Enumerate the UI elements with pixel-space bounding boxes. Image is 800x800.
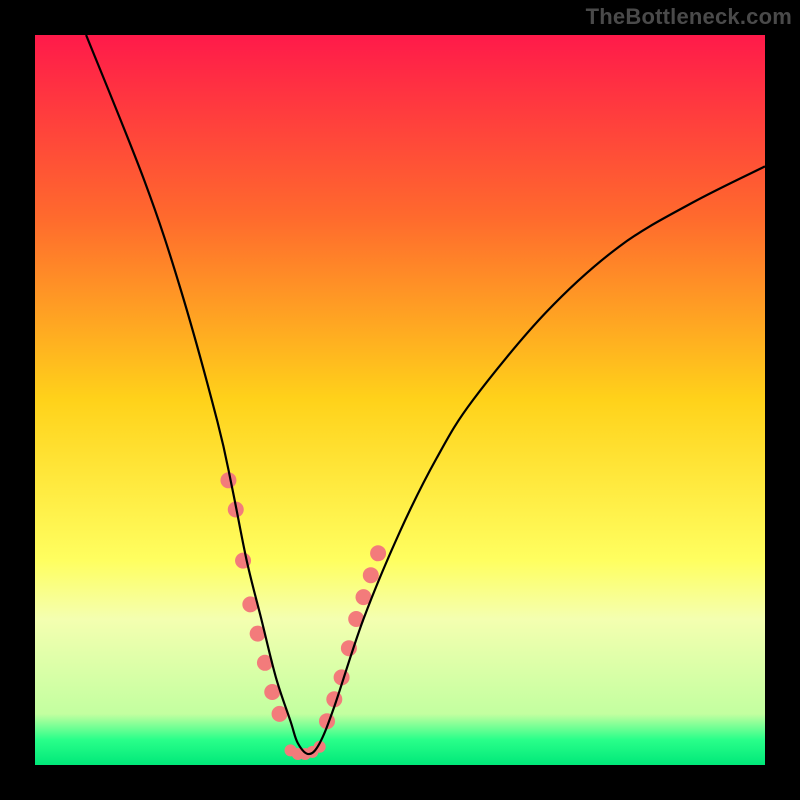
curve-layer	[35, 35, 765, 765]
highlight-cluster-right	[319, 545, 386, 729]
highlight-dot	[370, 545, 386, 561]
chart-frame: TheBottleneck.com	[0, 0, 800, 800]
watermark-text: TheBottleneck.com	[586, 4, 792, 30]
highlight-dot	[363, 567, 379, 583]
bottleneck-curve	[86, 35, 765, 754]
plot-area	[35, 35, 765, 765]
